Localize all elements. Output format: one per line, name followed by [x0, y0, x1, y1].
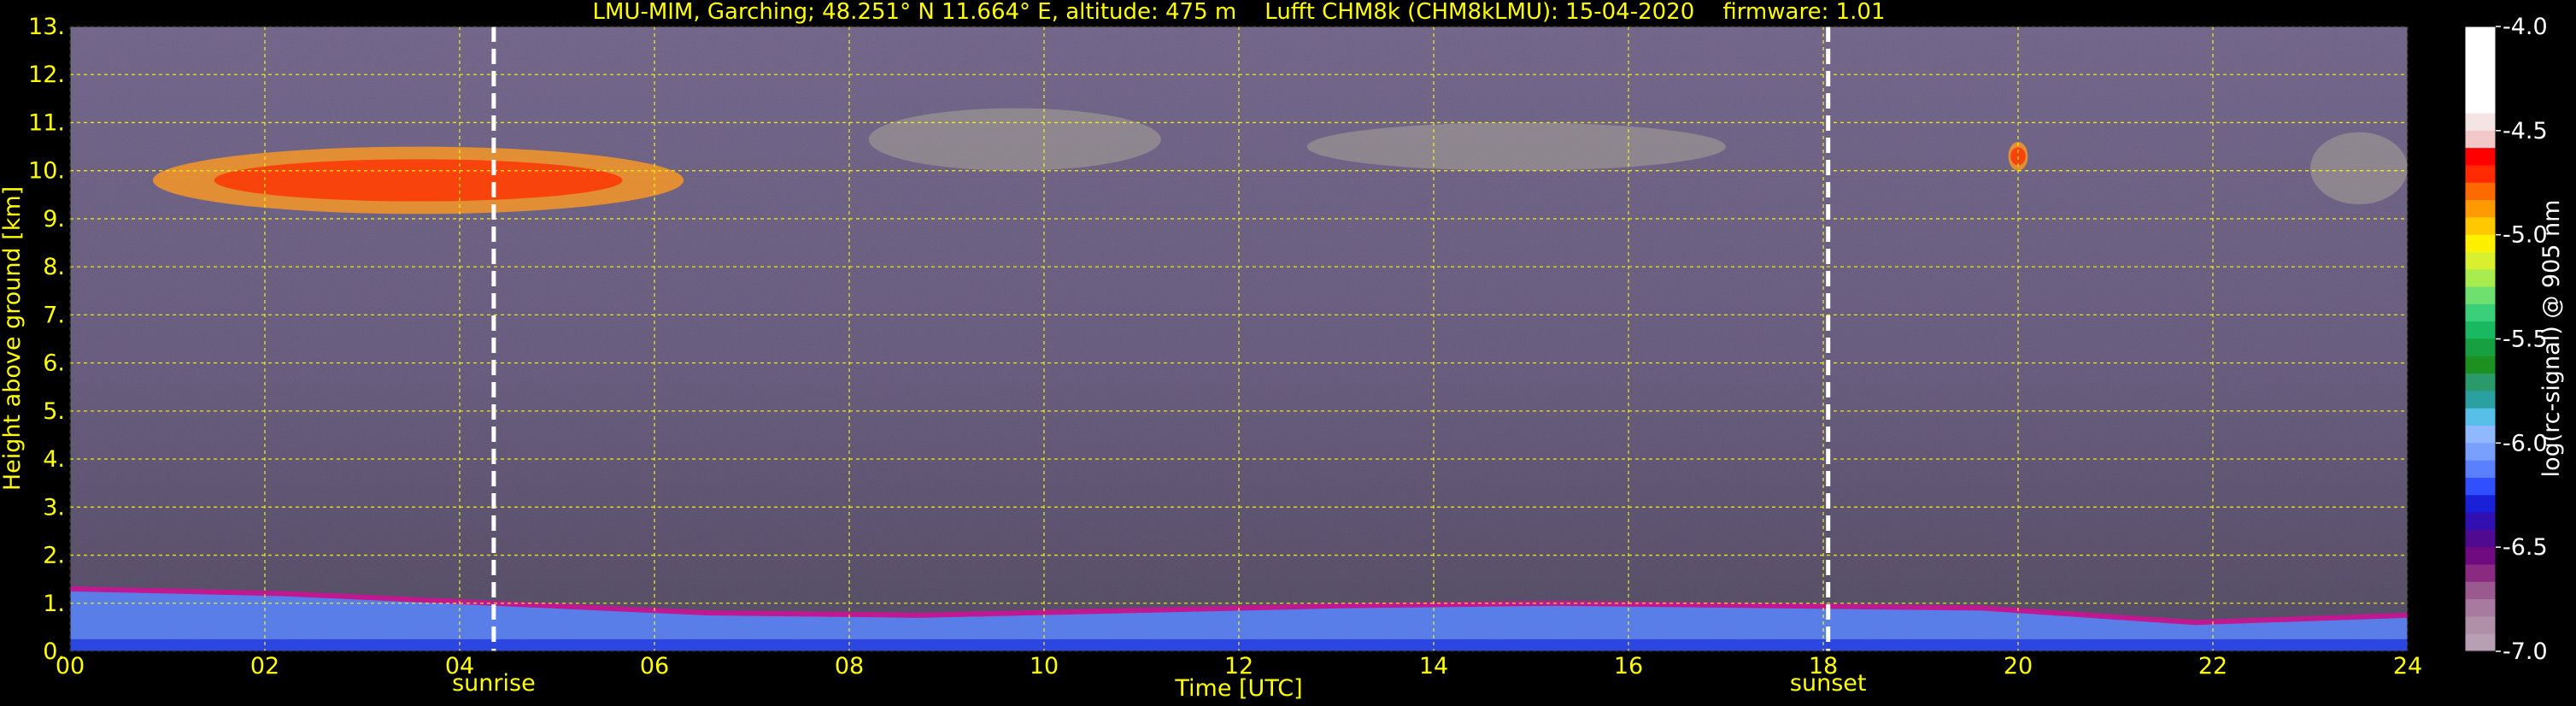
x-tick-label: 04: [445, 653, 474, 680]
colorbar: -4.0-4.5-5.0-5.5-6.0-6.5-7.0 log(rc-sign…: [2464, 14, 2565, 665]
x-tick-label: 06: [640, 653, 669, 680]
y-tick-label: 8.: [43, 254, 65, 280]
colorbar-cell: [2465, 616, 2496, 635]
x-axis-label: Time [UTC]: [1174, 675, 1302, 702]
cirrus-cloud: [868, 108, 1161, 171]
signal-noise-texture: [70, 26, 2408, 651]
colorbar-tick-label: -4.0: [2503, 14, 2548, 40]
ceilometer-chart: sunrise sunset LMU-MIM, Garching; 48.251°…: [0, 0, 2565, 702]
colorbar-cell: [2465, 269, 2496, 288]
colorbar-cell: [2465, 165, 2496, 184]
colorbar-cell: [2465, 234, 2496, 253]
x-tick-label: 14: [1419, 653, 1448, 680]
colorbar-tick-label: -4.5: [2503, 118, 2548, 144]
colorbar-cell: [2465, 303, 2496, 322]
x-tick-label: 24: [2393, 653, 2422, 680]
colorbar-cell: [2465, 356, 2496, 374]
colorbar-cell: [2465, 200, 2496, 218]
x-tick-label: 08: [835, 653, 864, 680]
colorbar-cell: [2465, 217, 2496, 236]
colorbar-cells: [2464, 26, 2497, 652]
y-tick-label: 1.: [43, 591, 65, 617]
colorbar-cell: [2465, 564, 2496, 583]
x-tick-label: 10: [1030, 653, 1059, 680]
y-tick-labels: 0.1.2.3.4.5.6.7.8.9.10.11.12.13.: [28, 14, 65, 665]
x-tick-label: 20: [2004, 653, 2033, 680]
colorbar-cell: [2465, 477, 2496, 496]
y-tick-label: 9.: [43, 206, 65, 232]
colorbar-tick-label: -7.0: [2503, 638, 2548, 665]
colorbar-tick-label: -6.5: [2503, 534, 2548, 561]
colorbar-cell: [2465, 44, 2496, 62]
colorbar-cell: [2465, 148, 2496, 167]
y-tick-label: 7.: [43, 302, 65, 328]
y-tick-label: 5.: [43, 398, 65, 425]
colorbar-cell: [2465, 286, 2496, 305]
cirrus-cloud: [1306, 122, 1726, 171]
plot-area: sunrise sunset: [69, 26, 2409, 697]
colorbar-cell: [2465, 443, 2496, 462]
y-tick-label: 2.: [43, 543, 65, 569]
colorbar-cell: [2465, 495, 2496, 514]
x-tick-label: 00: [56, 653, 85, 680]
y-tick-label: 3.: [43, 494, 65, 521]
y-tick-label: 4.: [43, 446, 65, 473]
colorbar-label: log(rc-signal) @ 905 nm: [2538, 200, 2565, 478]
colorbar-cell: [2465, 426, 2496, 444]
colorbar-cell: [2465, 391, 2496, 409]
colorbar-cell: [2465, 460, 2496, 479]
x-tick-label: 02: [250, 653, 279, 680]
colorbar-cell: [2465, 78, 2496, 97]
y-tick-label: 11.: [28, 109, 65, 136]
colorbar-cell: [2465, 321, 2496, 340]
colorbar-cell: [2465, 338, 2496, 357]
colorbar-cell: [2465, 529, 2496, 548]
cirrus-cloud: [152, 146, 684, 215]
colorbar-cell: [2465, 113, 2496, 132]
x-tick-label: 16: [1614, 653, 1643, 680]
colorbar-cell: [2465, 512, 2496, 531]
x-tick-label: 22: [2198, 653, 2227, 680]
chart-title: LMU-MIM, Garching; 48.251° N 11.664° E, …: [593, 0, 1886, 25]
colorbar-cell: [2465, 182, 2496, 201]
colorbar-cell: [2465, 251, 2496, 270]
y-tick-label: 10.: [28, 158, 65, 185]
y-tick-label: 6.: [43, 350, 65, 377]
colorbar-cell: [2465, 547, 2496, 566]
colorbar-cell: [2465, 599, 2496, 617]
cirrus-cloud: [2310, 132, 2408, 205]
colorbar-cell: [2465, 581, 2496, 600]
y-tick-label: 13.: [28, 14, 65, 40]
y-axis-label: Height above ground [km]: [0, 186, 26, 491]
x-tick-label: 18: [1809, 653, 1838, 680]
colorbar-cell: [2465, 408, 2496, 427]
colorbar-cell: [2465, 374, 2496, 392]
colorbar-cell: [2465, 96, 2496, 115]
y-tick-label: 12.: [28, 62, 65, 88]
colorbar-cell: [2465, 633, 2496, 652]
colorbar-cell: [2465, 61, 2496, 79]
colorbar-cell: [2465, 130, 2496, 149]
colorbar-cell: [2465, 26, 2496, 44]
